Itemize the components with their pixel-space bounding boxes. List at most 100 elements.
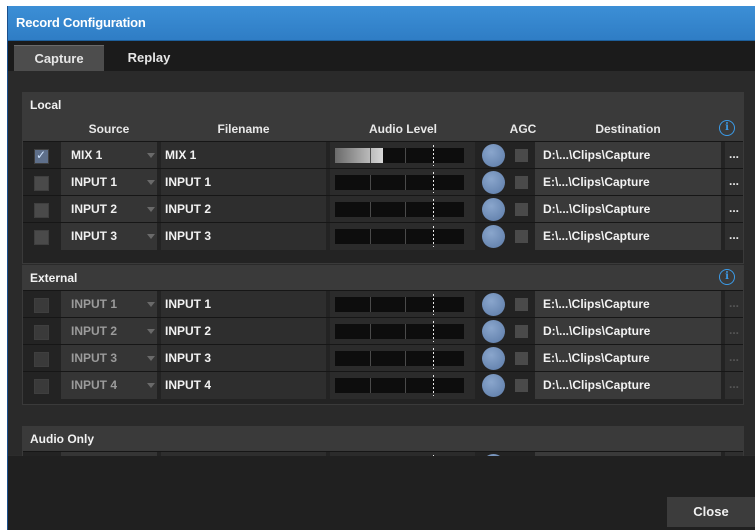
filename-value: INPUT 3	[165, 351, 212, 365]
enable-checkbox[interactable]	[34, 148, 49, 164]
enable-checkbox[interactable]	[34, 298, 49, 313]
destination-field[interactable]: E:\...\Clips\Capture	[535, 223, 721, 250]
external-section: External i INPUT 1 INPUT 1 E:\...\Clips\Ca…	[22, 265, 744, 405]
destination-field[interactable]: E:\...\Clips\Capture	[535, 169, 721, 196]
enable-checkbox[interactable]	[34, 379, 49, 394]
agc-checkbox[interactable]	[515, 230, 528, 243]
browse-button[interactable]: ...	[725, 318, 743, 345]
enable-checkbox[interactable]	[34, 352, 49, 367]
filename-field[interactable]: INPUT 1	[161, 169, 326, 196]
source-dropdown[interactable]: INPUT 2	[61, 318, 157, 345]
source-dropdown[interactable]: INPUT 2	[61, 196, 157, 223]
audio-level-cell	[330, 196, 475, 223]
destination-field[interactable]: D:\...\Clips\Capture	[535, 372, 721, 399]
browse-button[interactable]: ...	[725, 142, 743, 169]
gain-knob[interactable]	[482, 144, 505, 167]
browse-button[interactable]: ...	[725, 345, 743, 372]
table-row: MIX 1 MIX 1 D:\...\Clips\Capture...	[23, 141, 743, 169]
close-button[interactable]: Close	[667, 497, 755, 527]
filename-field[interactable]: MIX 1	[161, 142, 326, 169]
source-value: INPUT 2	[71, 202, 118, 216]
browse-button[interactable]: ...	[725, 372, 743, 399]
filename-field[interactable]: INPUT 4	[161, 372, 326, 399]
source-dropdown[interactable]: INPUT 3	[61, 345, 157, 372]
destination-field[interactable]: D:\...\Clips\Capture	[535, 318, 721, 345]
local-label: Local	[30, 98, 62, 112]
filename-field[interactable]: INPUT 3	[161, 345, 326, 372]
destination-field[interactable]: E:\...\Clips\Capture	[535, 291, 721, 318]
destination-value: D:\...\Clips\Capture	[543, 324, 651, 338]
browse-button[interactable]: ...	[725, 196, 743, 223]
agc-checkbox[interactable]	[515, 298, 528, 311]
browse-button[interactable]: ...	[725, 223, 743, 250]
destination-value: D:\...\Clips\Capture	[543, 148, 651, 162]
audio-level-fill	[335, 148, 383, 163]
info-icon[interactable]: i	[719, 269, 735, 285]
source-dropdown[interactable]: INPUT 4	[61, 372, 157, 399]
gain-knob[interactable]	[482, 198, 505, 221]
browse-button[interactable]: ...	[725, 291, 743, 318]
filename-field[interactable]: INPUT 2	[161, 318, 326, 345]
chevron-down-icon	[147, 356, 155, 361]
external-label: External	[30, 271, 78, 285]
destination-value: E:\...\Clips\Capture	[543, 351, 650, 365]
enable-checkbox[interactable]	[34, 203, 49, 218]
meter-segment	[405, 148, 406, 163]
source-value: INPUT 2	[71, 324, 118, 338]
gain-knob[interactable]	[482, 171, 505, 194]
audio-level-cell	[330, 318, 475, 345]
source-dropdown[interactable]: INPUT 1	[61, 169, 157, 196]
gain-knob[interactable]	[482, 225, 505, 248]
destination-field[interactable]: D:\...\Clips\Capture	[535, 196, 721, 223]
audio-level-meter	[335, 348, 464, 369]
gain-knob[interactable]	[482, 374, 505, 397]
table-row: INPUT 1 INPUT 1 E:\...\Clips\Capture...	[23, 168, 743, 196]
browse-button[interactable]: ...	[725, 169, 743, 196]
audio-level-meter	[335, 199, 464, 220]
agc-checkbox[interactable]	[515, 149, 528, 162]
source-value: INPUT 3	[71, 351, 118, 365]
agc-checkbox[interactable]	[515, 325, 528, 338]
filename-field[interactable]: INPUT 2	[161, 196, 326, 223]
enable-checkbox[interactable]	[34, 230, 49, 245]
destination-field[interactable]: D:\...\Clips\Capture	[535, 142, 721, 169]
agc-checkbox[interactable]	[515, 379, 528, 392]
enable-checkbox[interactable]	[34, 176, 49, 191]
meter-reference-mark	[433, 321, 434, 342]
meter-reference-mark	[433, 375, 434, 396]
tab-replay[interactable]: Replay	[114, 45, 184, 71]
filename-value: INPUT 2	[165, 202, 212, 216]
meter-segment	[370, 297, 371, 312]
filename-field[interactable]: INPUT 1	[161, 291, 326, 318]
audio-level-meter	[335, 145, 464, 166]
gain-knob[interactable]	[482, 347, 505, 370]
agc-checkbox[interactable]	[515, 176, 528, 189]
enable-checkbox[interactable]	[34, 325, 49, 340]
meter-reference-mark	[433, 199, 434, 220]
meter-segment	[405, 324, 406, 339]
audio-level-meter	[335, 321, 464, 342]
destination-value: E:\...\Clips\Capture	[543, 297, 650, 311]
filename-field[interactable]: INPUT 3	[161, 223, 326, 250]
title-bar[interactable]: Record Configuration	[8, 6, 755, 41]
gain-knob[interactable]	[482, 320, 505, 343]
source-dropdown[interactable]: MIX 1	[61, 142, 157, 169]
audio-level-cell	[330, 169, 475, 196]
audio-level-cell	[330, 223, 475, 250]
source-dropdown[interactable]: INPUT 1	[61, 291, 157, 318]
column-audio-level: Audio Level	[368, 122, 437, 136]
destination-value: E:\...\Clips\Capture	[543, 175, 650, 189]
window-title: Record Configuration	[16, 15, 146, 30]
tab-capture[interactable]: Capture	[14, 45, 104, 72]
source-dropdown[interactable]: INPUT 3	[61, 223, 157, 250]
gain-knob[interactable]	[482, 293, 505, 316]
capture-panel: Local Source Filename Audio Level AGC De…	[8, 71, 755, 481]
info-icon[interactable]: i	[719, 120, 735, 136]
agc-checkbox[interactable]	[515, 352, 528, 365]
agc-checkbox[interactable]	[515, 203, 528, 216]
table-row: INPUT 2 INPUT 2 D:\...\Clips\Capture...	[23, 317, 743, 345]
chevron-down-icon	[147, 153, 155, 158]
destination-field[interactable]: E:\...\Clips\Capture	[535, 345, 721, 372]
table-row: INPUT 4 INPUT 4 D:\...\Clips\Capture...	[23, 371, 743, 399]
dialog-footer: Close	[8, 456, 755, 530]
